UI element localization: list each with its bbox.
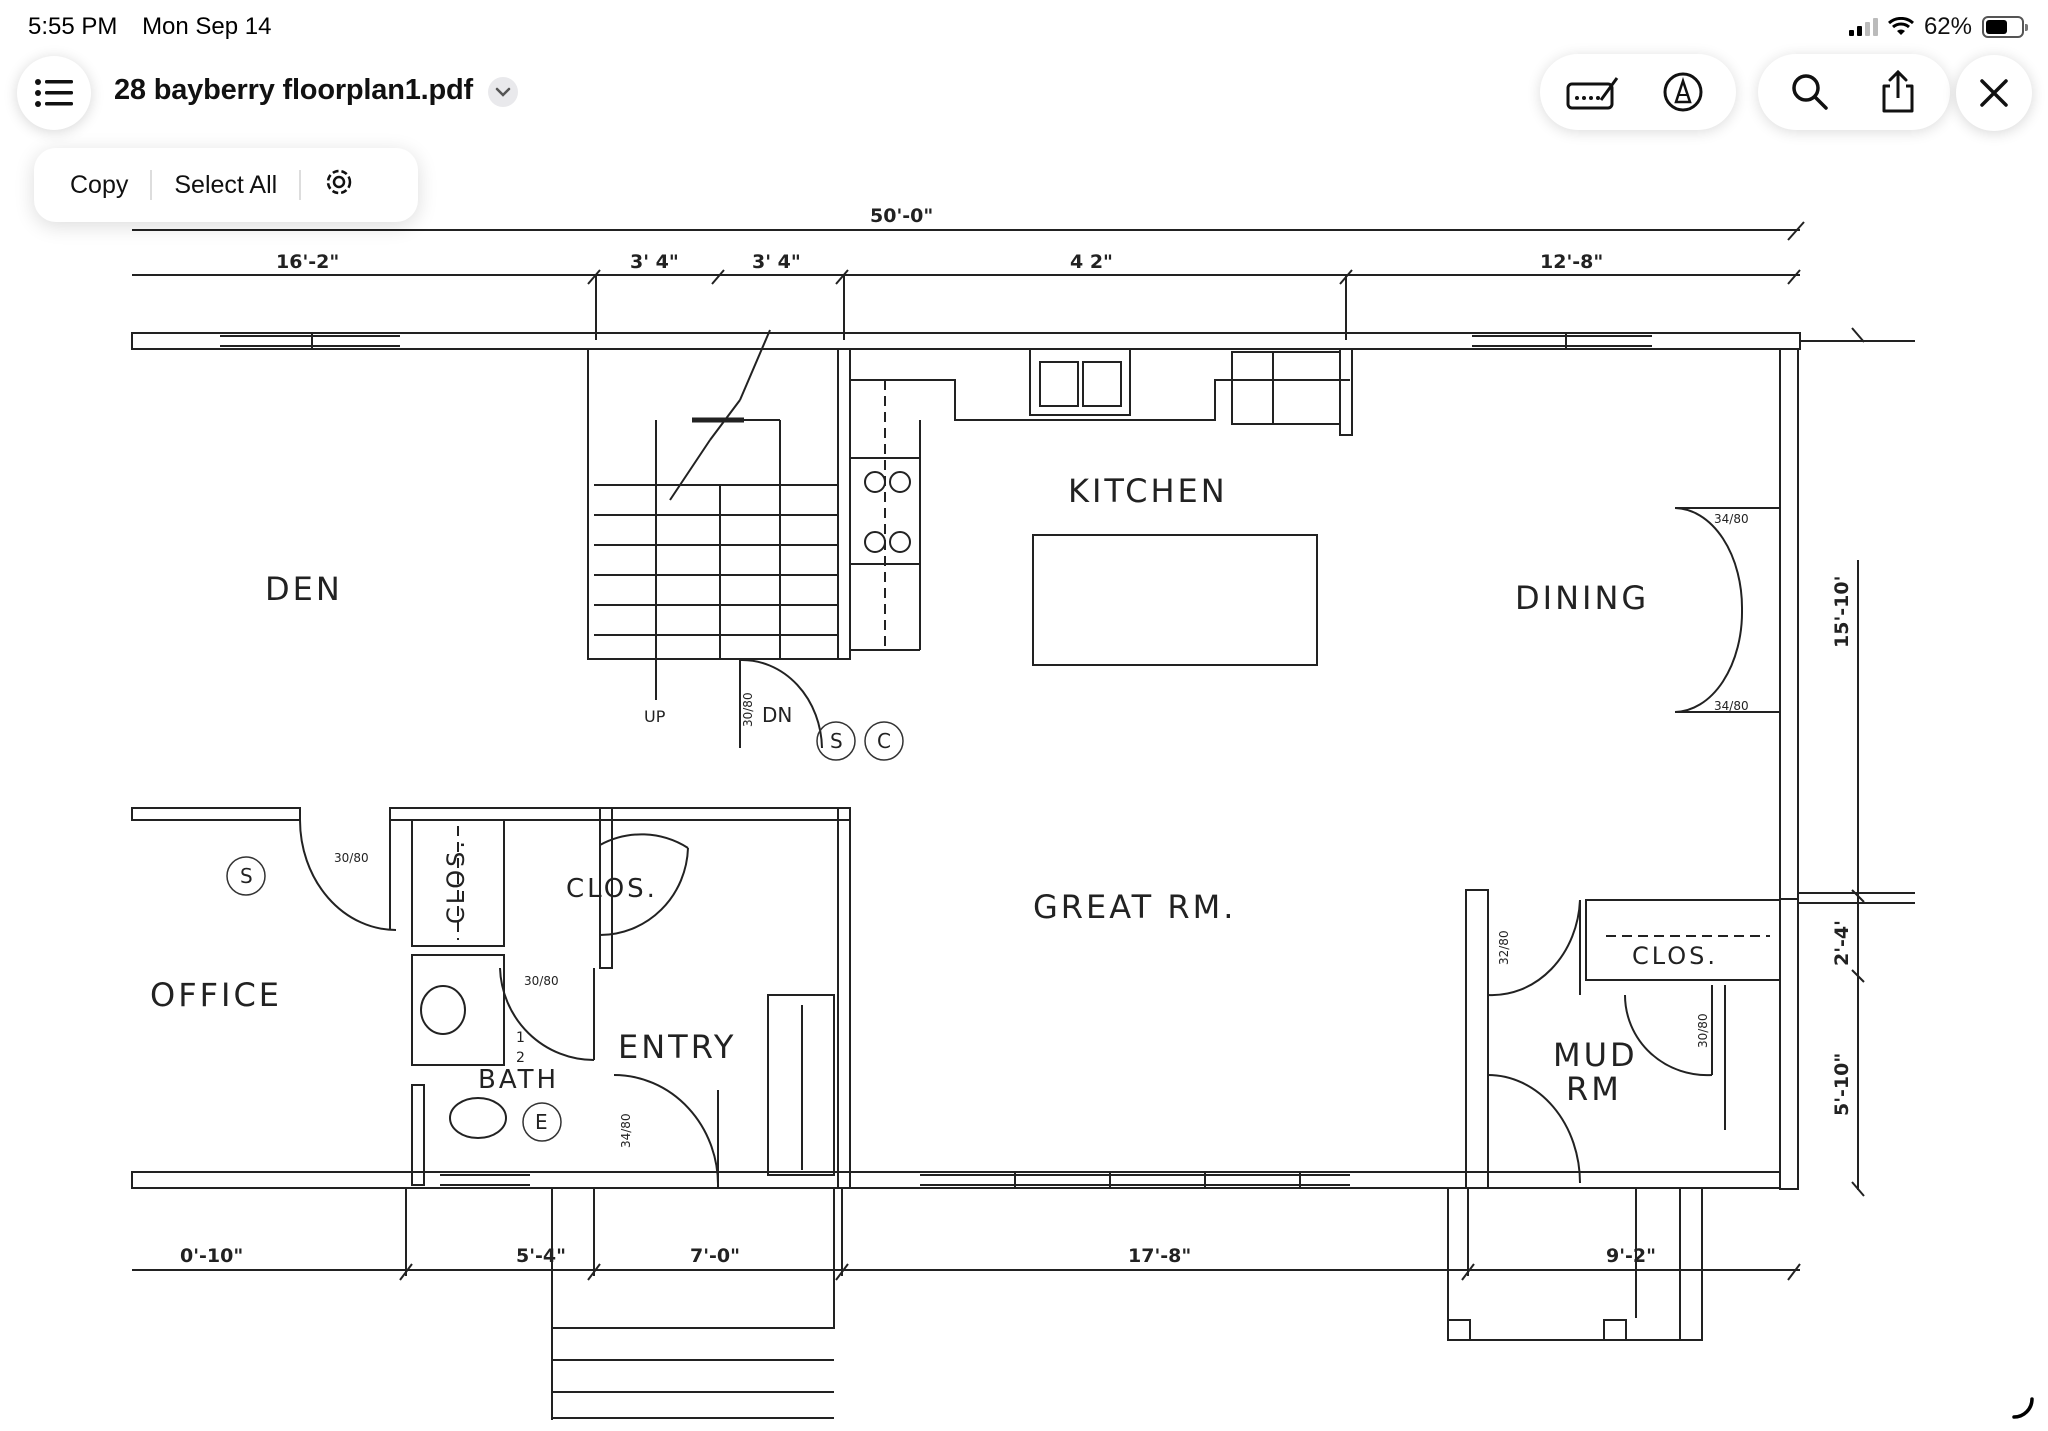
refrigerator xyxy=(1231,351,1341,425)
mud-room-west-wall xyxy=(1465,889,1489,1189)
document-title[interactable]: 28 bayberry floorplan1.pdf xyxy=(114,74,473,107)
symbol-c: C xyxy=(877,729,891,753)
room-closet-office: CLOS. xyxy=(442,838,470,924)
battery-icon xyxy=(1982,16,2028,38)
markup-pen-icon xyxy=(1663,72,1703,112)
list-icon xyxy=(35,79,73,107)
toilet xyxy=(449,1097,507,1139)
half-bath-numerator: 1 xyxy=(516,1030,525,1046)
battery-fill xyxy=(1986,20,2008,34)
bath-sink xyxy=(420,985,466,1035)
room-kitchen: KITCHEN xyxy=(1068,472,1228,510)
dim-bot-1: 0'-10" xyxy=(180,1245,243,1267)
door-label-office: 30/80 xyxy=(334,851,369,865)
dim-overall: 50'-0" xyxy=(870,205,933,227)
search-button[interactable] xyxy=(1780,62,1840,122)
dim-right-3: 5'-10" xyxy=(1831,1053,1853,1116)
symbol-s: S xyxy=(830,729,843,753)
stair-down-label: DN xyxy=(762,703,792,727)
wifi-icon xyxy=(1887,17,1914,35)
close-button[interactable] xyxy=(1956,55,2032,131)
select-all-menu-item[interactable]: Select All xyxy=(152,171,299,200)
cellular-signal-icon xyxy=(1848,18,1878,36)
door-label-stair: 30/80 xyxy=(741,692,755,727)
east-wall-lower xyxy=(1779,898,1799,1190)
markup-button[interactable] xyxy=(1653,62,1713,122)
status-time-date: 5:55 PM Mon Sep 14 xyxy=(28,13,289,41)
door-label-entry: 34/80 xyxy=(619,1113,633,1148)
text-edit-menu: Copy Select All xyxy=(34,148,418,222)
door-label-mud-closet: 30/80 xyxy=(1696,1013,1710,1048)
room-mud-rm: RM xyxy=(1566,1070,1622,1108)
dim-top-2: 3' 4" xyxy=(630,251,679,273)
dim-top-1: 16'-2" xyxy=(276,251,339,273)
dim-right-1: 15'-10' xyxy=(1831,576,1853,648)
room-mud: MUD xyxy=(1553,1036,1638,1074)
dim-right-2: 2'-4' xyxy=(1831,920,1853,966)
magnifier-icon xyxy=(1792,74,1828,110)
stair-outline xyxy=(587,348,839,660)
symbol-e: E xyxy=(535,1110,548,1134)
resize-handle-icon[interactable] xyxy=(2010,1393,2038,1421)
room-den: DEN xyxy=(265,570,343,608)
annotate-toolbar xyxy=(1540,54,1736,130)
dim-top-5: 12'-8" xyxy=(1540,251,1603,273)
chevron-down-icon xyxy=(495,87,511,97)
dim-top-3: 3' 4" xyxy=(752,251,801,273)
half-bath-denominator: 2 xyxy=(516,1050,525,1066)
closet-door-swing xyxy=(599,833,689,849)
dim-top-4: 4 2" xyxy=(1070,251,1113,273)
close-x-icon xyxy=(1980,79,2008,107)
room-office: OFFICE xyxy=(150,976,282,1014)
back-porch xyxy=(1447,1187,1703,1341)
kitchen-island xyxy=(1032,534,1318,666)
dim-bot-3: 7'-0" xyxy=(690,1245,740,1267)
visual-lookup-icon xyxy=(326,169,352,194)
room-closet-hall: CLOS. xyxy=(566,874,658,904)
office-door-swing xyxy=(299,819,397,931)
room-bath: BATH xyxy=(478,1065,559,1095)
status-time: 5:55 PM xyxy=(28,13,118,40)
find-share-toolbar xyxy=(1758,54,1950,130)
symbol-s-office: S xyxy=(240,864,253,888)
door-label-mud: 32/80 xyxy=(1497,930,1511,965)
visual-lookup-button[interactable] xyxy=(301,166,377,205)
door-label-bath: 30/80 xyxy=(524,974,559,988)
signature-icon xyxy=(1566,77,1619,110)
door-label-dining-bottom: 34/80 xyxy=(1714,699,1749,713)
east-wall-upper xyxy=(1779,348,1799,900)
status-bar: 5:55 PM Mon Sep 14 62% xyxy=(0,0,2048,56)
share-icon xyxy=(1882,70,1914,113)
share-button[interactable] xyxy=(1868,62,1928,122)
copy-menu-item[interactable]: Copy xyxy=(48,171,150,200)
status-indicators: 62% xyxy=(1848,13,2028,41)
dim-bot-2: 5'-4" xyxy=(516,1245,566,1267)
room-dining: DINING xyxy=(1515,579,1649,617)
status-date: Mon Sep 14 xyxy=(142,13,272,40)
door-label-dining-top: 34/80 xyxy=(1714,512,1749,526)
sidebar-button[interactable] xyxy=(17,56,91,130)
signature-button[interactable] xyxy=(1563,62,1623,122)
room-closet-mud: CLOS. xyxy=(1632,942,1718,970)
stair-up-label: UP xyxy=(644,707,666,726)
room-entry: ENTRY xyxy=(618,1028,736,1066)
dim-bot-5: 9'-2" xyxy=(1606,1245,1656,1267)
office-north-wall xyxy=(131,807,301,821)
dim-bot-4: 17'-8" xyxy=(1128,1245,1191,1267)
battery-percent: 62% xyxy=(1923,13,1972,40)
title-menu-button[interactable] xyxy=(488,77,518,107)
room-great-room: GREAT RM. xyxy=(1033,888,1236,926)
